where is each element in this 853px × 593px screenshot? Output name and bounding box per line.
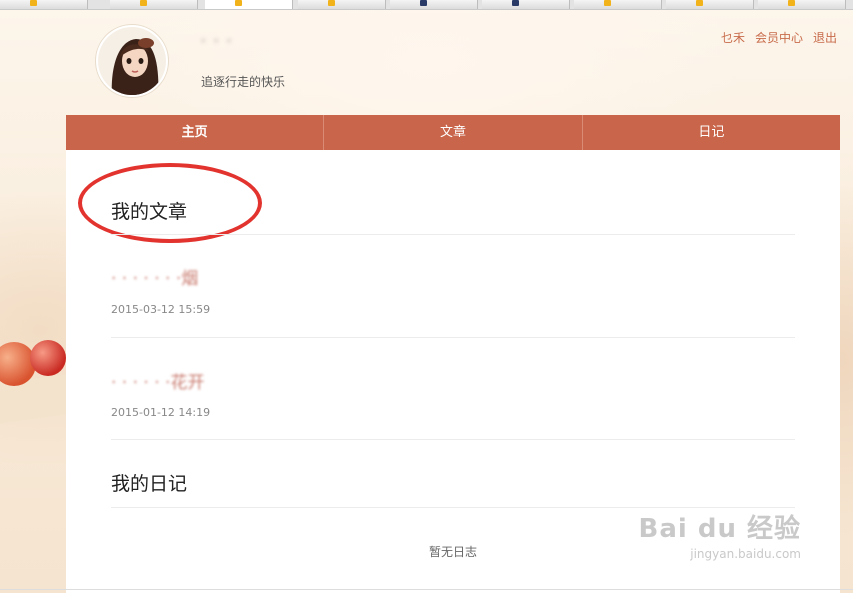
bottom-border xyxy=(0,589,853,590)
browser-tab[interactable] xyxy=(298,0,386,9)
watermark-logo-text: Bai du 经验 xyxy=(638,514,801,544)
tab-favicon-icon xyxy=(788,0,795,6)
user-link[interactable]: 乜禾 xyxy=(721,29,745,46)
browser-tab[interactable] xyxy=(0,0,88,9)
divider xyxy=(111,337,795,338)
baidu-jingyan-watermark: Bai du 经验 jingyan.baidu.com xyxy=(639,508,802,561)
nav-tab-home[interactable]: 主页 xyxy=(66,115,325,150)
member-center-link[interactable]: 会员中心 xyxy=(755,29,803,46)
article-date: 2015-01-12 14:19 xyxy=(111,406,211,419)
watermark-url: jingyan.baidu.com xyxy=(690,547,801,561)
main-nav: 主页 文章 日记 xyxy=(66,115,840,150)
browser-tab[interactable] xyxy=(390,0,478,9)
articles-section-title: 我的文章 xyxy=(111,201,188,223)
tab-favicon-icon xyxy=(235,0,242,6)
browser-tab-strip xyxy=(0,0,853,10)
tab-favicon-icon xyxy=(328,0,335,6)
divider xyxy=(111,439,795,440)
tab-favicon-icon xyxy=(696,0,703,6)
browser-tab[interactable] xyxy=(666,0,754,9)
top-links: 乜禾 会员中心 退出 xyxy=(721,29,837,46)
tab-favicon-icon xyxy=(512,0,519,6)
browser-tab[interactable] xyxy=(482,0,570,9)
tab-favicon-icon xyxy=(30,0,37,6)
article-title-link[interactable]: ‧ ‧ ‧ ‧ ‧ ‧花开 xyxy=(111,368,204,393)
diary-section-title: 我的日记 xyxy=(111,473,188,495)
logout-link[interactable]: 退出 xyxy=(813,29,837,46)
browser-tab[interactable] xyxy=(110,0,198,9)
article-date: 2015-03-12 15:59 xyxy=(111,303,211,316)
browser-tab[interactable] xyxy=(758,0,846,9)
tab-favicon-icon xyxy=(140,0,147,6)
article-title-link[interactable]: ‧ ‧ ‧ ‧ ‧ ‧ ‧烟 xyxy=(111,264,198,289)
tab-favicon-icon xyxy=(604,0,611,6)
username: ‧ ‧ ‧ xyxy=(201,34,234,50)
user-motto: 追逐行走的快乐 xyxy=(201,75,286,89)
nav-tab-articles[interactable]: 文章 xyxy=(324,115,583,150)
decor-apple xyxy=(30,340,66,376)
browser-tab-active[interactable] xyxy=(205,0,293,9)
divider xyxy=(111,234,795,235)
avatar[interactable] xyxy=(96,25,168,97)
nav-tab-diary[interactable]: 日记 xyxy=(583,115,840,150)
tab-favicon-icon xyxy=(420,0,427,6)
browser-tab[interactable] xyxy=(574,0,662,9)
